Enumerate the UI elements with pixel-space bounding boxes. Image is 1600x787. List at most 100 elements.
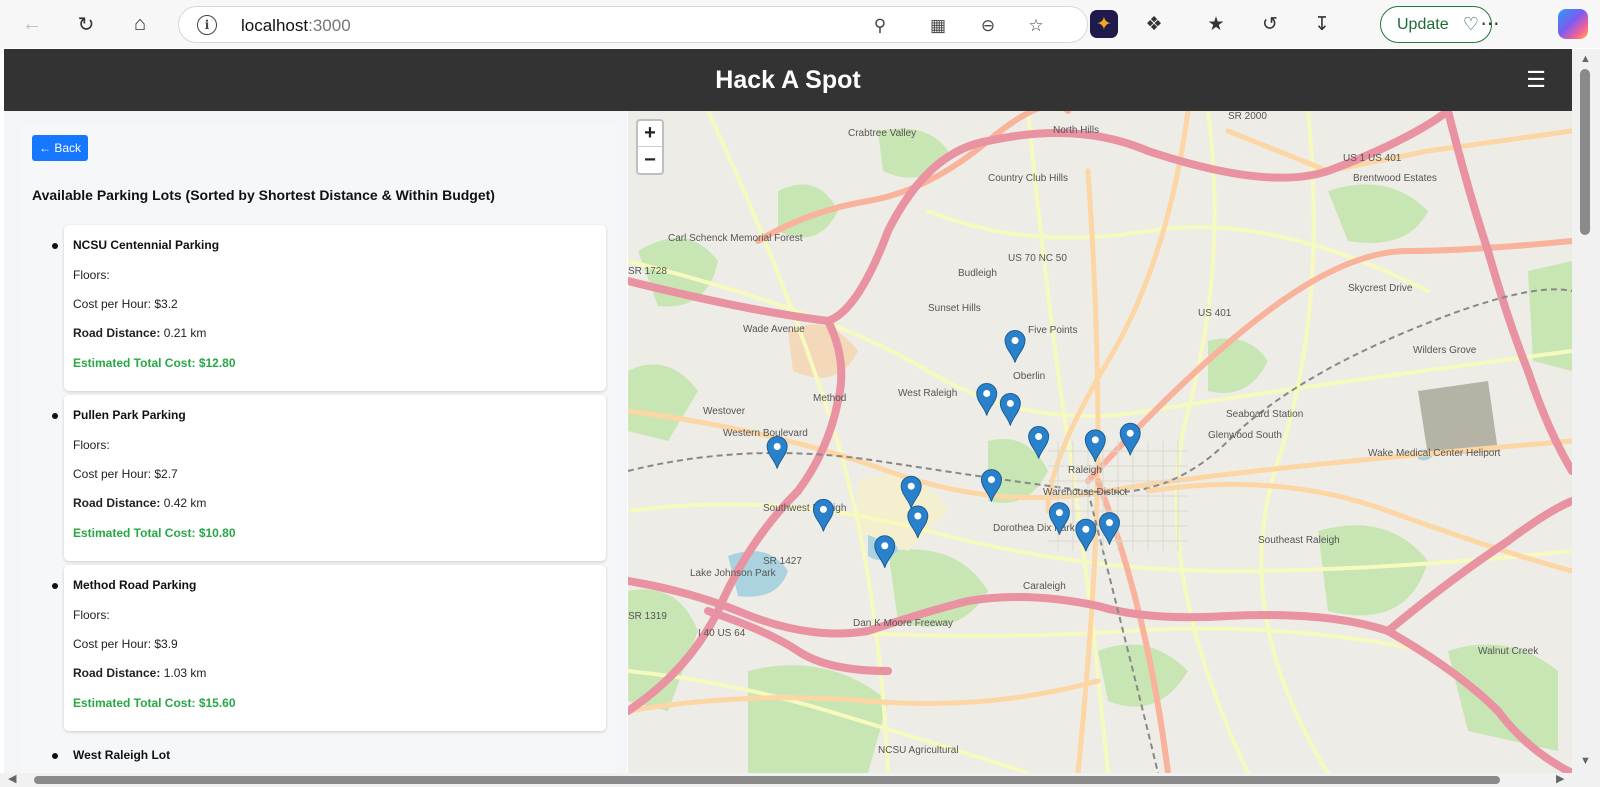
map-label: Southwest Raleigh	[763, 503, 846, 514]
map-label: SR 2000	[1228, 111, 1267, 122]
map-label: US 1 US 401	[1343, 153, 1402, 164]
address-bar[interactable]: i localhost:3000 ⚲ ▦ ⊖ ☆	[178, 6, 1088, 43]
map-label: Method	[813, 393, 846, 404]
map-label: Glenwood South	[1208, 430, 1282, 441]
map-label: Wake Medical Center Heliport	[1368, 448, 1501, 459]
map-label: SR 1728	[628, 266, 667, 277]
vertical-scrollbar[interactable]: ▲ ▼	[1572, 49, 1600, 773]
list-bullet	[52, 243, 58, 249]
list-item[interactable]: Method Road Parking Floors: Cost per Hou…	[64, 565, 606, 731]
map-label: Crabtree Valley	[848, 128, 916, 139]
map-label: Seaboard Station	[1226, 409, 1303, 420]
map-label: NCSU Agricultural	[878, 745, 959, 756]
lot-name: Pullen Park Parking	[73, 408, 186, 422]
results-panel: ← Back Available Parking Lots (Sorted by…	[4, 111, 627, 773]
back-button[interactable]: ← Back	[32, 135, 89, 161]
lot-name: Method Road Parking	[73, 578, 197, 592]
parking-marker-icon[interactable]	[1004, 330, 1026, 363]
map-label: Western Boulevard	[723, 428, 808, 439]
lot-distance: Road Distance: 0.21 km	[73, 326, 207, 340]
apps-icon[interactable]: ▦	[927, 15, 949, 37]
map-label: Sunset Hills	[928, 303, 981, 314]
horizontal-scroll-thumb[interactable]	[34, 776, 1500, 784]
url-text[interactable]: localhost:3000	[241, 16, 351, 36]
parking-marker-icon[interactable]	[999, 392, 1021, 426]
map-label: Raleigh	[1068, 465, 1102, 476]
lot-total-cost: Estimated Total Cost: $15.60	[73, 696, 236, 710]
parking-marker-icon[interactable]	[766, 435, 788, 469]
back-arrow-icon[interactable]: ←	[16, 8, 48, 40]
scroll-up-arrow-icon[interactable]: ▲	[1580, 53, 1591, 65]
zoom-out-button[interactable]: −	[638, 147, 662, 173]
scroll-down-arrow-icon[interactable]: ▼	[1580, 755, 1591, 767]
hamburger-menu-icon[interactable]: ☰	[1526, 67, 1546, 93]
app-header: Hack A Spot ☰	[4, 49, 1572, 111]
reload-icon[interactable]: ↻	[70, 8, 102, 40]
downloads-icon[interactable]: ↧	[1308, 10, 1336, 38]
lot-cost: Cost per Hour: $2.7	[73, 467, 178, 481]
lot-floors: Floors:	[73, 608, 110, 622]
map-canvas[interactable]: Crabtree Valley North Hills Country Club H…	[628, 111, 1572, 773]
browser-toolbar: ← ↻ ⌂ i localhost:3000 ⚲ ▦ ⊖ ☆ ✦ ❖ ★ ↺ ↧…	[0, 0, 1600, 48]
map-label: Budleigh	[958, 268, 997, 279]
map-label: Carl Schenck Memorial Forest	[668, 233, 803, 244]
map-label: Skycrest Drive	[1348, 283, 1413, 294]
parking-marker-icon[interactable]	[812, 498, 834, 532]
list-bullet	[52, 583, 58, 589]
map-label: US 70 NC 50	[1008, 253, 1067, 264]
map-label: Southeast Raleigh	[1258, 535, 1340, 546]
lot-floors: Floors:	[73, 438, 110, 452]
map-label: I 40 US 64	[698, 628, 746, 639]
parking-marker-icon[interactable]	[1119, 422, 1141, 456]
app-title: Hack A Spot	[715, 65, 861, 94]
lot-cost: Cost per Hour: $3.9	[73, 637, 178, 651]
lot-name[interactable]: West Raleigh Lot	[73, 748, 170, 762]
site-info-icon[interactable]: i	[197, 15, 217, 35]
home-icon[interactable]: ⌂	[124, 8, 156, 40]
lot-total-cost: Estimated Total Cost: $12.80	[73, 356, 236, 370]
scroll-right-arrow-icon[interactable]: ▶	[1556, 772, 1564, 785]
zoom-out-icon[interactable]: ⊖	[977, 15, 999, 37]
map-label: Lake Johnson Park	[690, 568, 777, 579]
map-label: Country Club Hills	[988, 173, 1068, 184]
extension-star-icon[interactable]: ✦	[1090, 10, 1118, 38]
lot-floors: Floors:	[73, 268, 110, 282]
map-label: Five Points	[1028, 325, 1077, 336]
map-label: Dan K Moore Freeway	[853, 618, 953, 629]
parking-marker-icon[interactable]	[976, 383, 998, 416]
lot-distance: Road Distance: 1.03 km	[73, 666, 207, 680]
list-bullet	[52, 413, 58, 419]
favorite-star-icon[interactable]: ☆	[1025, 15, 1047, 37]
map-label: Westover	[703, 406, 746, 417]
map-label: Wade Avenue	[743, 324, 805, 335]
map-label: North Hills	[1053, 125, 1099, 136]
map-label: Walnut Creek	[1478, 646, 1539, 657]
map-label: Wilders Grove	[1413, 345, 1477, 356]
map-label: Caraleigh	[1023, 581, 1066, 592]
results-heading: Available Parking Lots (Sorted by Shorte…	[32, 187, 495, 203]
map-label: US 401	[1198, 308, 1232, 319]
horizontal-scrollbar[interactable]: ◀ ▶	[0, 773, 1600, 787]
lot-total-cost: Estimated Total Cost: $10.80	[73, 526, 236, 540]
map-label: Brentwood Estates	[1353, 173, 1437, 184]
scroll-left-arrow-icon[interactable]: ◀	[8, 772, 16, 785]
map-view[interactable]: Crabtree Valley North Hills Country Club H…	[628, 111, 1572, 773]
list-bullet	[52, 753, 58, 759]
results-container: ← Back Available Parking Lots (Sorted by…	[20, 125, 616, 773]
web-page: Hack A Spot ☰ ← Back Available Parking L…	[4, 49, 1572, 773]
map-label: SR 1427	[763, 556, 802, 567]
more-options-icon[interactable]: ⋯	[1476, 10, 1504, 38]
history-icon[interactable]: ↺	[1256, 10, 1284, 38]
list-item[interactable]: NCSU Centennial Parking Floors: Cost per…	[64, 225, 606, 391]
location-pin-icon[interactable]: ⚲	[869, 15, 891, 37]
map-label: Warehouse District	[1043, 487, 1127, 498]
lot-cost: Cost per Hour: $3.2	[73, 297, 178, 311]
favorites-icon[interactable]: ★	[1202, 10, 1230, 38]
zoom-in-button[interactable]: +	[638, 121, 662, 147]
vertical-scroll-thumb[interactable]	[1580, 69, 1590, 235]
extensions-puzzle-icon[interactable]: ❖	[1140, 10, 1168, 38]
map-label: Oberlin	[1013, 371, 1045, 382]
zoom-control: + −	[636, 119, 664, 175]
copilot-icon[interactable]	[1558, 9, 1588, 39]
list-item[interactable]: Pullen Park Parking Floors: Cost per Hou…	[64, 395, 606, 561]
